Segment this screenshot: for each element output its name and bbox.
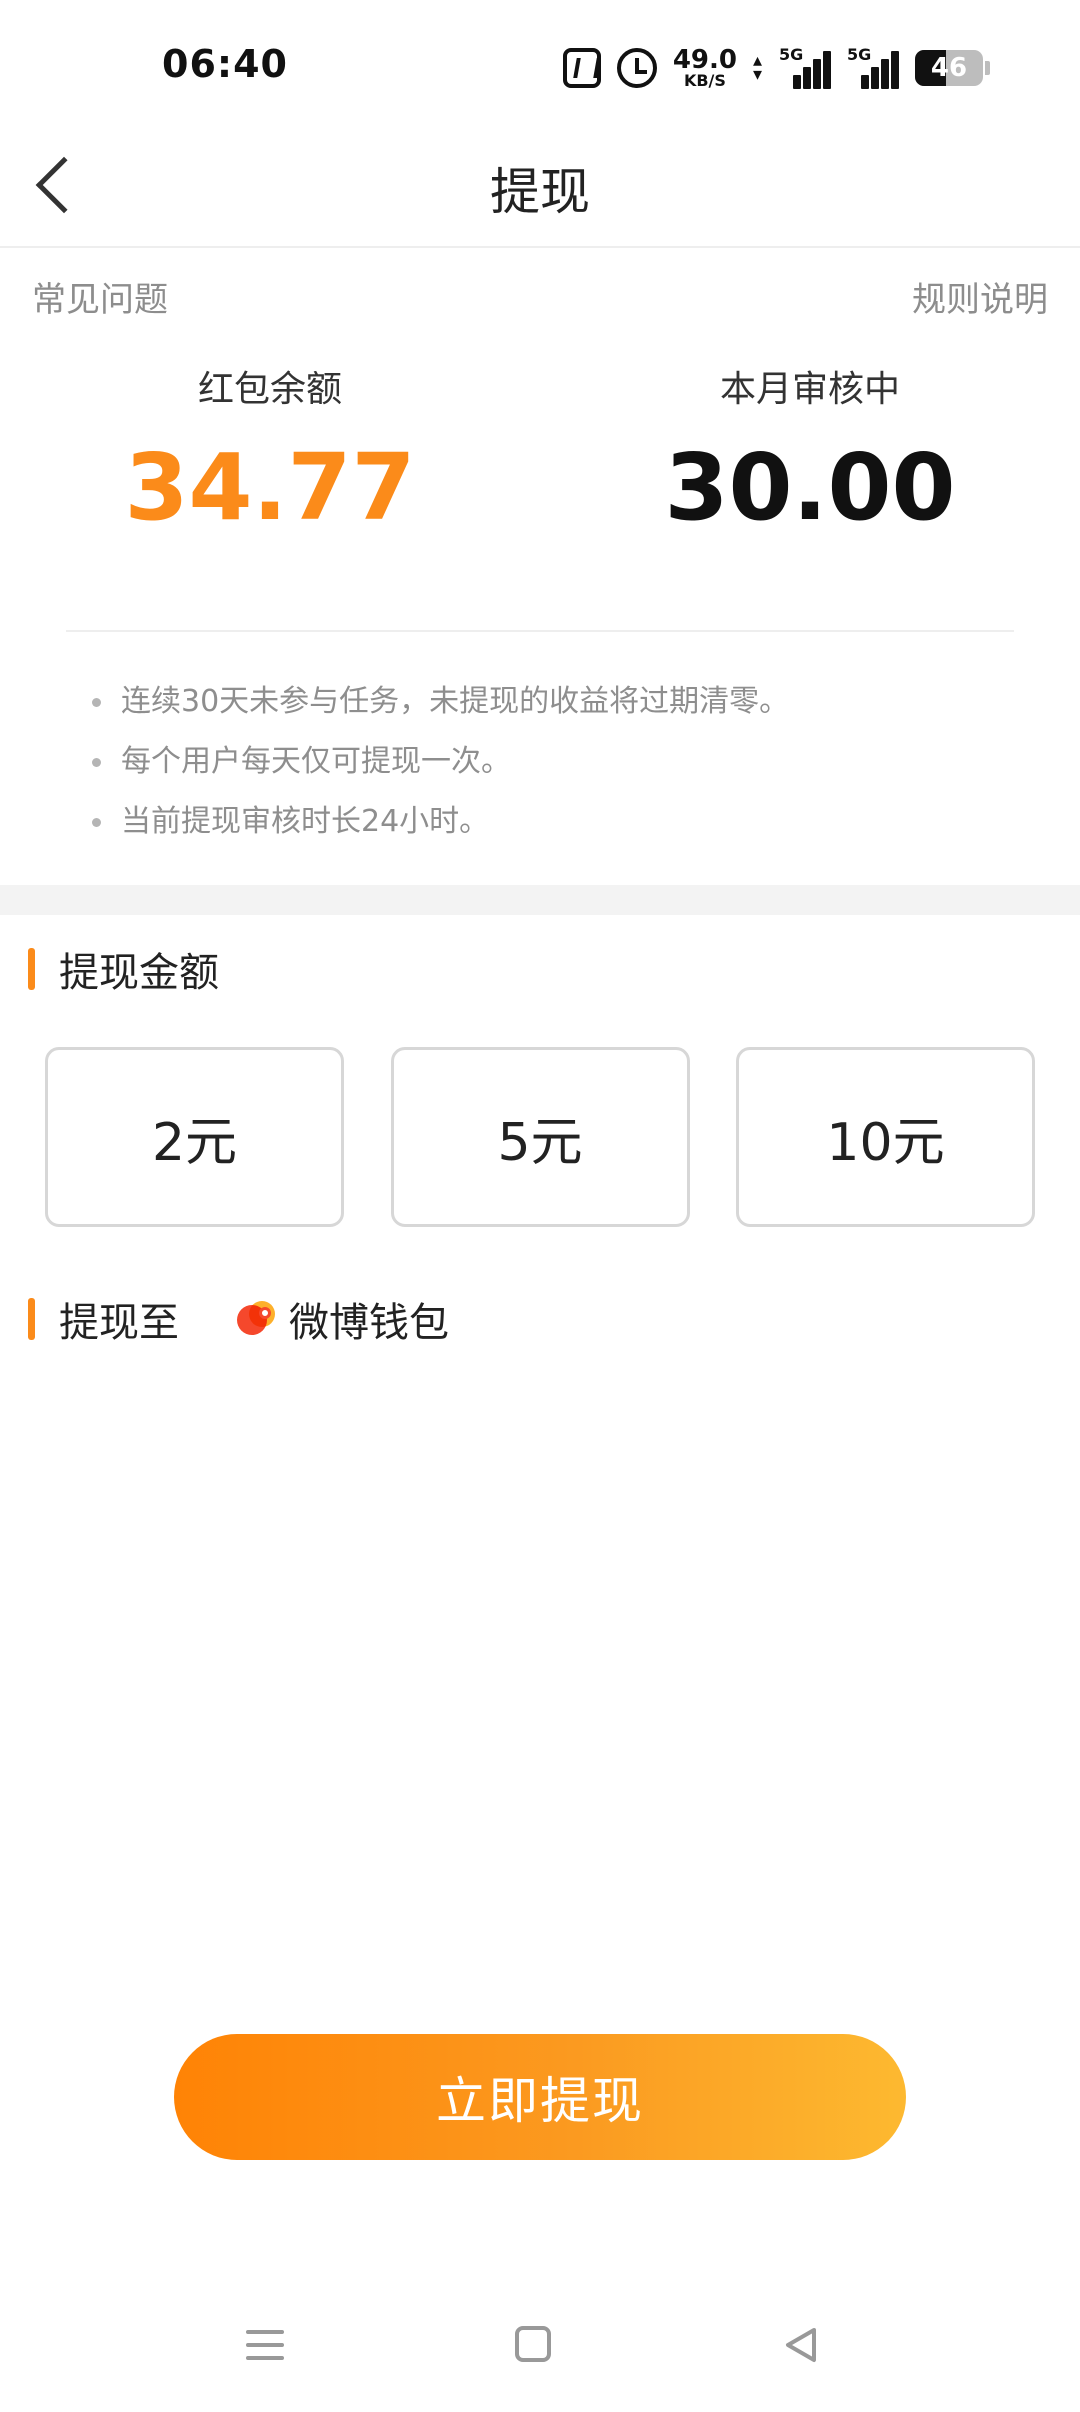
withdraw-amount-title: 提现金额 [59,950,219,996]
nfc-icon [562,48,601,88]
signal-bar [803,67,811,89]
reviewing-amount-label: 本月审核中 [719,369,900,410]
battery-icon: 46 [915,50,983,86]
faq-link[interactable]: 常见问题 [32,272,168,321]
reviewing-amount-value: 30.00 [664,434,956,541]
signal-bar [861,75,869,89]
signal-bar [891,51,899,89]
note-item: 每个用户每天仅可提现一次。 [92,732,789,792]
note-item: 连续30天未参与任务，未提现的收益将过期清零。 [92,672,789,732]
net-speed: 49.0 KB/S [673,47,737,89]
amount-option-5[interactable]: 5元 [390,1047,690,1227]
notes-list: 连续30天未参与任务，未提现的收益将过期清零。 每个用户每天仅可提现一次。 当前… [92,672,789,852]
battery-level: 46 [930,53,968,83]
nav-bar: 提现 [0,130,1080,248]
status-icons: 49.0 KB/S ▴ ▾ 5G 5G 46 [562,42,990,94]
bullet-dot [92,817,101,827]
signal-label: 5G [779,45,804,64]
wallet-label: 微博钱包 [289,1300,449,1346]
signal-bar [813,59,821,89]
signal-bar [871,67,879,89]
accent-bar [28,948,35,990]
divider [66,630,1014,632]
signal-icon: 5G [847,45,899,89]
withdraw-amount-header: 提现金额 [28,940,219,998]
menu-line [246,2343,284,2347]
signal-bar [881,59,889,89]
net-speed-unit: KB/S [683,71,726,90]
signal-label: 5G [847,45,872,64]
amount-options: 2元 5元 10元 [45,1047,1035,1227]
note-text: 连续30天未参与任务，未提现的收益将过期清零。 [121,684,790,719]
menu-icon[interactable] [246,2326,284,2364]
withdraw-now-button[interactable]: 立即提现 [174,2034,906,2160]
amount-option-2[interactable]: 2元 [45,1047,344,1227]
alarm-icon [616,48,657,88]
section-separator [0,885,1080,915]
weibo-wallet-icon [237,1299,277,1339]
red-packet-balance-label: 红包余额 [197,369,342,410]
weibo-wallet-option[interactable]: 微博钱包 [237,1290,449,1348]
status-time: 06:40 [162,42,288,86]
note-item: 当前提现审核时长24小时。 [92,792,789,852]
updown-arrows-icon: ▴ ▾ [753,49,763,85]
accent-bar [28,1298,35,1340]
menu-line [246,2330,284,2334]
net-speed-value: 49.0 [672,45,737,75]
note-text: 当前提现审核时长24小时。 [121,804,490,839]
signal-bar [823,51,831,89]
red-packet-balance-value: 34.77 [124,434,416,541]
bullet-dot [92,757,101,767]
signal-icon: 5G [779,45,831,89]
withdraw-to-header: 提现至 微博钱包 [28,1290,449,1348]
rules-link[interactable]: 规则说明 [912,272,1048,321]
battery-cap [985,61,990,75]
withdraw-to-title: 提现至 [59,1300,179,1346]
bullet-dot [92,697,101,707]
system-nav-bar [0,2290,1080,2412]
withdraw-screen: 06:40 49.0 KB/S ▴ ▾ 5G 5G 46 提现 常见问题 规则说… [0,0,1080,2412]
signal-bar [793,75,801,89]
note-text: 每个用户每天仅可提现一次。 [121,744,511,779]
back-triangle-icon[interactable] [782,2326,820,2364]
red-packet-balance: 红包余额 34.77 [60,360,480,534]
amount-option-10[interactable]: 10元 [736,1047,1035,1227]
menu-line [246,2356,284,2360]
reviewing-amount: 本月审核中 30.00 [600,360,1020,534]
home-icon[interactable] [515,2326,551,2362]
icon-part [259,1307,271,1319]
status-bar: 06:40 49.0 KB/S ▴ ▾ 5G 5G 46 [0,0,1080,130]
page-title: 提现 [490,163,590,221]
